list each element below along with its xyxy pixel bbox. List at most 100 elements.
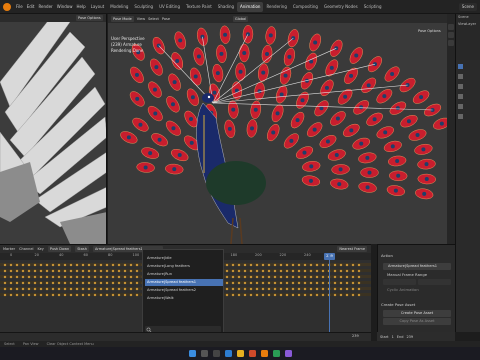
keyframe-marker[interactable] xyxy=(225,269,229,272)
keyframe-marker[interactable] xyxy=(231,287,235,290)
keyframe-marker[interactable] xyxy=(123,281,127,284)
keyframe-marker[interactable] xyxy=(285,287,289,290)
keyframe-marker[interactable] xyxy=(291,275,295,278)
3d-viewport[interactable]: Pose Mode View Select Pose Global User P… xyxy=(108,14,447,244)
keyframe-marker[interactable] xyxy=(27,269,31,272)
keyframe-marker[interactable] xyxy=(285,281,289,284)
keyframe-marker[interactable] xyxy=(117,281,121,284)
tab-animation[interactable]: Animation xyxy=(237,1,264,12)
keyframe-marker[interactable] xyxy=(339,287,343,290)
keyframe-marker[interactable] xyxy=(297,281,301,284)
keyframe-marker[interactable] xyxy=(27,293,31,296)
keyframe-marker[interactable] xyxy=(357,281,361,284)
keyframe-marker[interactable] xyxy=(93,275,97,278)
keyframe-marker[interactable] xyxy=(237,281,241,284)
keyframe-marker[interactable] xyxy=(345,293,349,296)
keyframe-marker[interactable] xyxy=(93,269,97,272)
keyframe-marker[interactable] xyxy=(51,281,55,284)
keyframe-marker[interactable] xyxy=(45,263,49,266)
file-explorer-icon[interactable] xyxy=(236,350,244,357)
pose-options-left[interactable]: Pose Options xyxy=(76,15,103,21)
keyframe-marker[interactable] xyxy=(357,275,361,278)
keyframe-marker[interactable] xyxy=(129,281,133,284)
keyframe-marker[interactable] xyxy=(231,269,235,272)
keyframe-marker[interactable] xyxy=(69,293,73,296)
keyframe-marker[interactable] xyxy=(297,263,301,266)
keyframe-marker[interactable] xyxy=(15,269,19,272)
keyframe-marker[interactable] xyxy=(285,263,289,266)
keyframe-marker[interactable] xyxy=(237,263,241,266)
keyframe-marker[interactable] xyxy=(129,287,133,290)
keyframe-marker[interactable] xyxy=(321,293,325,296)
keyframe-marker[interactable] xyxy=(279,263,283,266)
keyframe-marker[interactable] xyxy=(267,293,271,296)
keyframe-marker[interactable] xyxy=(33,281,37,284)
keyframe-marker[interactable] xyxy=(333,287,337,290)
keyframe-marker[interactable] xyxy=(87,275,91,278)
keyframe-marker[interactable] xyxy=(351,287,355,290)
keyframe-marker[interactable] xyxy=(45,269,49,272)
peacock-render[interactable] xyxy=(108,23,447,244)
keyframe-marker[interactable] xyxy=(345,275,349,278)
keyframe-marker[interactable] xyxy=(279,269,283,272)
action-name-field[interactable]: Armature|Spread feathers1 xyxy=(383,263,451,270)
keyframe-marker[interactable] xyxy=(249,293,253,296)
keyframe-marker[interactable] xyxy=(273,281,277,284)
keyframe-marker[interactable] xyxy=(267,281,271,284)
keyframe-marker[interactable] xyxy=(351,263,355,266)
pose-menu[interactable]: Pose xyxy=(162,17,170,21)
keyframe-marker[interactable] xyxy=(315,293,319,296)
action-item-idle[interactable]: Armature|Idle xyxy=(145,255,223,262)
keyframe-marker[interactable] xyxy=(87,269,91,272)
keyframe-marker[interactable] xyxy=(111,263,115,266)
keyframe-marker[interactable] xyxy=(21,269,25,272)
keyframe-marker[interactable] xyxy=(261,293,265,296)
footer-current-frame[interactable]: 239 xyxy=(352,334,359,338)
keyframe-marker[interactable] xyxy=(63,287,67,290)
keyframe-marker[interactable] xyxy=(3,263,7,266)
keyframe-marker[interactable] xyxy=(261,269,265,272)
action-item-long-feathers[interactable]: Armature|Long feathers xyxy=(145,263,223,270)
keyframe-marker[interactable] xyxy=(99,293,103,296)
keyframe-marker[interactable] xyxy=(33,269,37,272)
keyframe-marker[interactable] xyxy=(297,287,301,290)
modifier-tab-icon[interactable] xyxy=(458,104,463,109)
scene-selector[interactable]: Scene xyxy=(458,2,477,11)
keyframe-marker[interactable] xyxy=(255,275,259,278)
keyframe-marker[interactable] xyxy=(27,263,31,266)
keyframe-marker[interactable] xyxy=(339,275,343,278)
pose-mode-dropdown[interactable]: Pose Mode xyxy=(111,15,134,22)
keyframe-marker[interactable] xyxy=(81,275,85,278)
keyframe-marker[interactable] xyxy=(339,269,343,272)
keyframe-marker[interactable] xyxy=(291,263,295,266)
tab-sculpting[interactable]: Sculpting xyxy=(131,2,156,12)
keyframe-marker[interactable] xyxy=(243,275,247,278)
keyframe-marker[interactable] xyxy=(357,269,361,272)
keyframe-marker[interactable] xyxy=(117,263,121,266)
action-item-spread-feathers1[interactable]: Armature|Spread feathers1 xyxy=(145,279,223,286)
properties-panel[interactable] xyxy=(455,60,480,332)
end-value[interactable]: 239 xyxy=(406,335,413,339)
timeline-channel-menu[interactable]: Channel xyxy=(19,247,33,251)
keyframe-marker[interactable] xyxy=(3,281,7,284)
keyframe-marker[interactable] xyxy=(231,281,235,284)
keyframe-marker[interactable] xyxy=(93,281,97,284)
tab-texture-paint[interactable]: Texture Paint xyxy=(183,2,215,12)
menu-render[interactable]: Render xyxy=(36,4,54,9)
keyframe-marker[interactable] xyxy=(39,293,43,296)
blender-logo-icon[interactable] xyxy=(3,2,11,11)
keyframe-marker[interactable] xyxy=(225,281,229,284)
keyframe-marker[interactable] xyxy=(291,281,295,284)
keyframe-marker[interactable] xyxy=(9,269,13,272)
keyframe-marker[interactable] xyxy=(261,281,265,284)
keyframe-marker[interactable] xyxy=(57,293,61,296)
keyframe-marker[interactable] xyxy=(135,293,139,296)
keyframe-marker[interactable] xyxy=(9,281,13,284)
keyframe-marker[interactable] xyxy=(27,275,31,278)
keyframe-marker[interactable] xyxy=(123,293,127,296)
keyframe-marker[interactable] xyxy=(255,269,259,272)
keyframe-marker[interactable] xyxy=(111,287,115,290)
keyframe-marker[interactable] xyxy=(99,281,103,284)
keyframe-marker[interactable] xyxy=(243,281,247,284)
menu-file[interactable]: File xyxy=(14,4,25,9)
